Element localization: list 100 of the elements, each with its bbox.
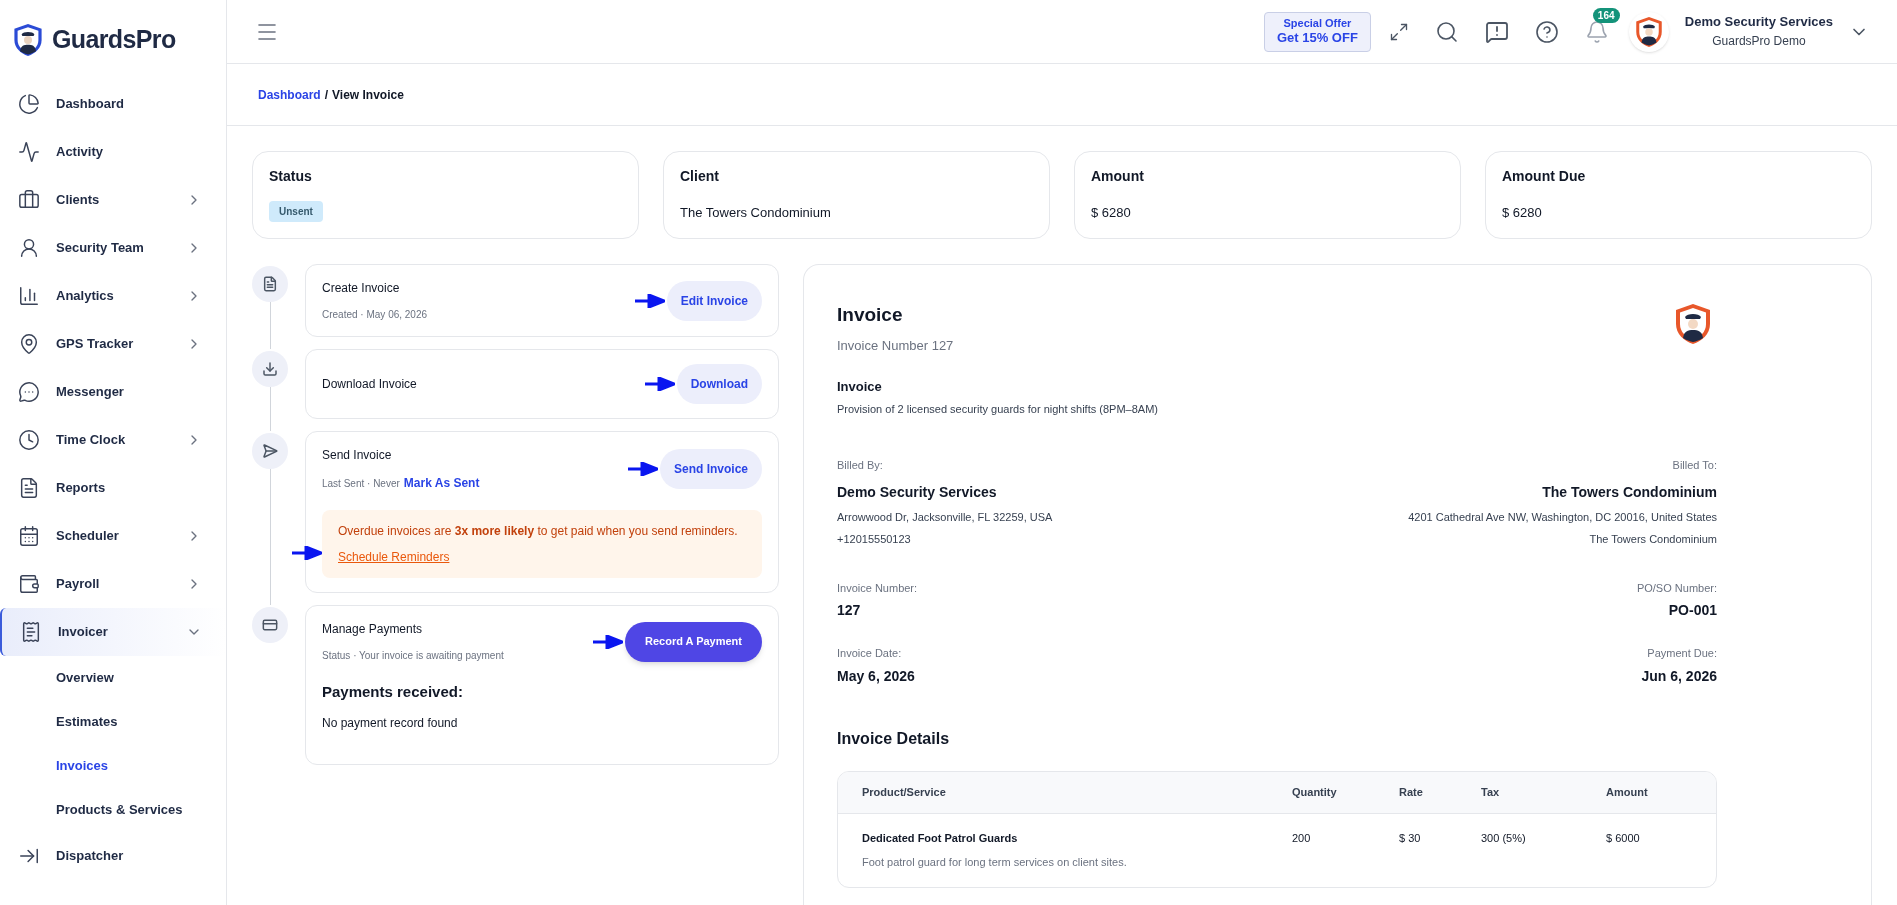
field-value: 127 (837, 601, 861, 620)
payments-heading: Payments received: (322, 682, 464, 702)
annotation-arrow-icon (644, 377, 675, 391)
empty-payments-text: No payment record found (322, 714, 459, 732)
avatar-icon (1633, 14, 1664, 49)
calendar-icon (18, 525, 40, 547)
stat-label: Amount Due (1502, 167, 1587, 186)
invoice-subject: Invoice (837, 378, 883, 396)
sidebar-item[interactable]: Dashboard (0, 80, 226, 128)
breadcrumb-separator: / (324, 86, 329, 104)
invoice-title: Invoice (837, 303, 904, 327)
feedback-icon[interactable] (1484, 19, 1509, 44)
party-detail: 4201 Cathedral Ave NW, Washington, DC 20016, United States (1408, 509, 1717, 525)
logo-icon (12, 22, 44, 58)
table-cell-text: $ 30 (1399, 830, 1422, 846)
company-logo-icon (1673, 301, 1713, 347)
step-title: Send Invoice (322, 447, 393, 464)
briefcase-icon (18, 189, 40, 211)
party-label: Billed To: (1672, 458, 1717, 473)
table-cell-text: 200 (1292, 830, 1312, 846)
map-pin-icon (18, 333, 40, 355)
sidebar-item[interactable]: Activity (0, 128, 226, 176)
table-cell-text: 300 (5%) (1481, 830, 1527, 846)
pie-chart-icon (18, 93, 40, 115)
notifications-icon[interactable] (1584, 19, 1609, 44)
column-header: Quantity (1292, 784, 1338, 800)
stat-value: The Towers Condominium (680, 204, 832, 222)
submenu-item[interactable]: Products & Services (0, 788, 226, 832)
sidebar-item[interactable]: Analytics (0, 272, 226, 320)
sidebar-item[interactable]: Clients (0, 176, 226, 224)
party-label: Billed By: (837, 458, 884, 473)
table-cell-text: $ 6000 (1606, 830, 1641, 846)
party-name: The Towers Condominium (1542, 482, 1717, 502)
field-label: Invoice Date: (837, 646, 902, 661)
sidebar-item[interactable]: Dispatcher (0, 832, 226, 880)
annotation-arrow-icon (634, 293, 665, 308)
sidebar-item[interactable]: Time Clock (0, 416, 226, 464)
breadcrumb-current: View Invoice (332, 86, 404, 104)
step-subtitle: Last Sent · Never (322, 477, 400, 491)
credit-card-icon (262, 617, 278, 633)
stat-value: $ 6280 (1502, 204, 1543, 222)
sidebar-item[interactable]: Payroll (0, 560, 226, 608)
line-chart-icon (18, 141, 40, 163)
party-detail: Arrowwood Dr, Jacksonville, FL 32259, USA (837, 509, 1053, 525)
wallet-icon (18, 573, 40, 595)
field-label: PO/SO Number: (1636, 580, 1717, 596)
field-label: Invoice Number: (837, 580, 918, 596)
document-icon (262, 276, 278, 292)
step-action-button[interactable]: Record A Payment (625, 621, 762, 662)
details-heading: Invoice Details (837, 728, 951, 749)
brand-name: GuardsPro (52, 24, 176, 56)
invoice-number-line: Invoice Number 127 (837, 336, 954, 355)
stat-label: Amount (1091, 167, 1145, 186)
sidebar-item[interactable]: Messenger (0, 368, 226, 416)
submenu-item[interactable]: Invoices (0, 744, 226, 788)
chat-bubble-icon (18, 381, 40, 403)
stat-label: Client (680, 167, 720, 186)
step-action-button[interactable]: Send Invoice (659, 449, 762, 489)
annotation-arrow-icon (593, 634, 623, 649)
party-detail: +12015550123 (837, 532, 912, 547)
column-header: Amount (1606, 784, 1649, 800)
sidebar-item[interactable]: Reports (0, 464, 226, 512)
column-header: Product/Service (862, 784, 947, 800)
sidebar-item[interactable]: GPS Tracker (0, 320, 226, 368)
clock-icon (18, 429, 40, 451)
sidebar-item[interactable]: Security Team (0, 224, 226, 272)
annotation-arrow-icon (627, 462, 658, 476)
step-action-button[interactable]: Download (676, 364, 762, 404)
invoice-description: Provision of 2 licensed security guards for night shifts (8PM–8AM) (837, 401, 1159, 417)
product-description: Foot patrol guard for long term services on client sites. (862, 855, 1128, 870)
status-badge: Unsent (269, 201, 323, 222)
sidebar-item[interactable]: Scheduler (0, 512, 226, 560)
bar-chart-icon (18, 285, 40, 307)
submenu-item[interactable]: Overview (0, 656, 226, 700)
user-company: GuardsPro Demo (1712, 34, 1806, 50)
send-icon (262, 443, 278, 459)
field-value: May 6, 2026 (837, 666, 915, 686)
step-title: Download Invoice (322, 376, 418, 393)
product-name: Dedicated Foot Patrol Guards (862, 830, 1019, 846)
field-value: PO-001 (1668, 601, 1717, 620)
breadcrumb-link[interactable]: Dashboard (258, 85, 321, 104)
download-icon (262, 361, 278, 377)
field-value: Jun 6, 2026 (1641, 666, 1717, 686)
receipt-icon (20, 621, 42, 643)
column-header: Rate (1399, 784, 1424, 800)
fullscreen-icon[interactable] (1388, 21, 1409, 42)
special-offer-button[interactable]: Special Offer Get 15% OFF (1263, 11, 1371, 52)
column-header: Tax (1481, 784, 1501, 800)
help-icon[interactable] (1534, 19, 1559, 44)
party-detail: The Towers Condominium (1589, 532, 1717, 547)
step-action-button[interactable]: Edit Invoice (666, 280, 762, 321)
document-icon (18, 477, 40, 499)
search-icon[interactable] (1434, 19, 1459, 44)
step-subtitle: Status · Your invoice is awaiting payment (322, 649, 504, 663)
stat-label: Status (269, 167, 313, 186)
mark-as-sent-link[interactable]: Mark As Sent (403, 474, 480, 492)
notice-text: Overdue invoices are 3x more likely to get paid when you send reminders. (338, 523, 739, 540)
party-name: Demo Security Services (837, 482, 998, 502)
field-label: Payment Due: (1647, 646, 1717, 661)
submenu-item[interactable]: Estimates (0, 700, 226, 744)
